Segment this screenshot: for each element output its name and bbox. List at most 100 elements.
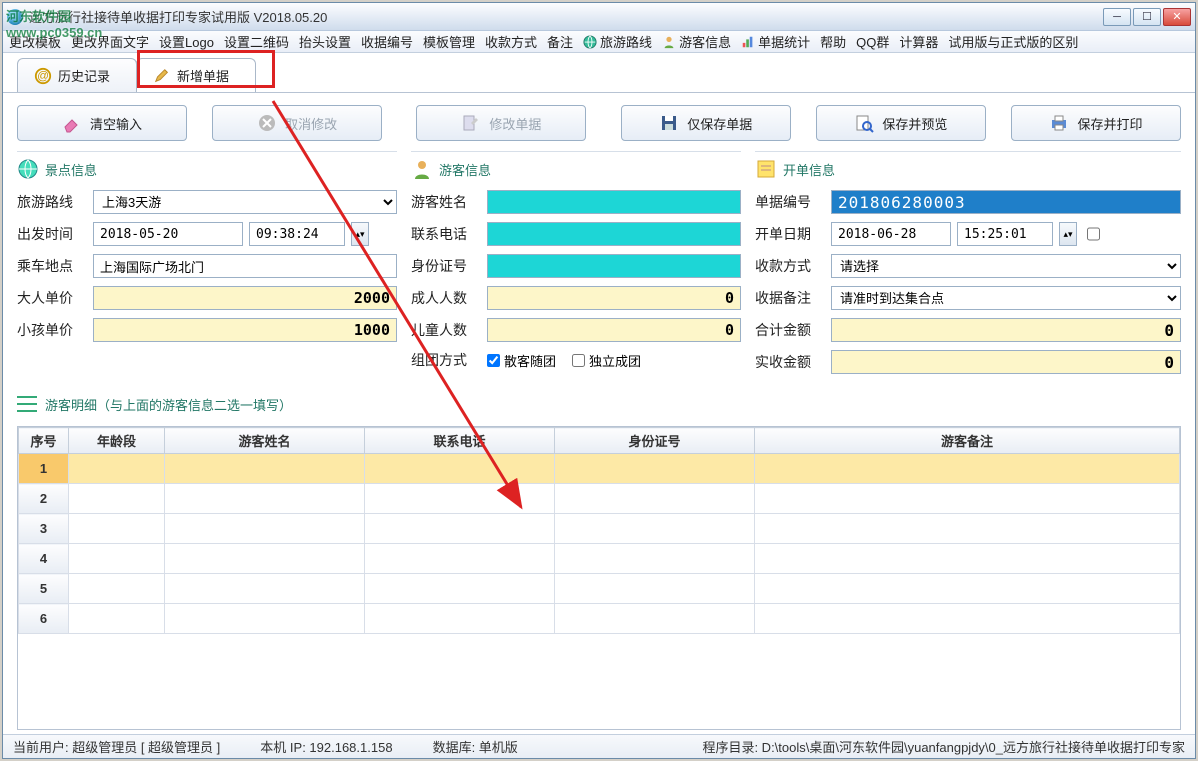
globe-icon: [17, 158, 39, 180]
child-price-label: 小孩单价: [17, 320, 87, 340]
order-code-label: 单据编号: [755, 192, 825, 212]
save-preview-button[interactable]: 保存并预览: [816, 105, 986, 141]
note-icon: [755, 158, 777, 180]
menu-remark[interactable]: 备注: [547, 32, 573, 51]
app-icon: [7, 9, 23, 25]
tab-strip: @ 历史记录 新增单据: [3, 53, 1195, 93]
save-only-button[interactable]: 仅保存单据: [621, 105, 791, 141]
total-input[interactable]: [831, 318, 1181, 342]
window-title: 远方旅行社接待单收据打印专家试用版 V2018.05.20: [29, 7, 1103, 26]
detail-grid[interactable]: 序号 年龄段 游客姓名 联系电话 身份证号 游客备注 1 2 3 4 5 6: [17, 426, 1181, 730]
guest-phone-label: 联系电话: [411, 224, 481, 244]
preview-icon: [854, 113, 874, 133]
scenic-panel: 景点信息 旅游路线上海3天游 出发时间▴▾ 乘车地点 大人单价 小孩单价: [17, 151, 397, 382]
child-count-label: 儿童人数: [411, 320, 481, 340]
group-opt2[interactable]: 独立成团: [572, 351, 641, 370]
paid-input[interactable]: [831, 350, 1181, 374]
menu-bar: 更改模板 更改界面文字 设置Logo 设置二维码 抬头设置 收据编号 模板管理 …: [3, 31, 1195, 53]
menu-payment[interactable]: 收款方式: [485, 32, 537, 51]
col-age[interactable]: 年龄段: [69, 428, 165, 454]
printer-icon: [1049, 113, 1069, 133]
board-label: 乘车地点: [17, 256, 87, 276]
order-time-input[interactable]: [957, 222, 1053, 246]
group-mode-label: 组团方式: [411, 350, 481, 370]
action-toolbar: 清空输入 取消修改 修改单据 仅保存单据 保存并预览 保存并打印: [17, 101, 1181, 145]
menu-set-logo[interactable]: 设置Logo: [159, 32, 214, 51]
guest-phone-input[interactable]: [487, 222, 741, 246]
menu-qq[interactable]: QQ群: [856, 32, 889, 51]
maximize-button[interactable]: ☐: [1133, 8, 1161, 26]
route-select[interactable]: 上海3天游: [93, 190, 397, 214]
table-row[interactable]: 4: [19, 544, 1180, 574]
cancel-modify-button[interactable]: 取消修改: [212, 105, 382, 141]
minimize-button[interactable]: ─: [1103, 8, 1131, 26]
time-spinner[interactable]: ▴▾: [351, 222, 369, 246]
remark-select[interactable]: 请准时到达集合点: [831, 286, 1181, 310]
menu-guest-info[interactable]: 游客信息: [662, 32, 731, 51]
depart-label: 出发时间: [17, 224, 87, 244]
menu-calc[interactable]: 计算器: [899, 32, 938, 51]
menu-template-mgr[interactable]: 模板管理: [423, 32, 475, 51]
order-code-input[interactable]: [831, 190, 1181, 214]
save-print-button[interactable]: 保存并打印: [1011, 105, 1181, 141]
guest-id-label: 身份证号: [411, 256, 481, 276]
adult-price-label: 大人单价: [17, 288, 87, 308]
table-row[interactable]: 1: [19, 454, 1180, 484]
tab-history-label: 历史记录: [58, 66, 110, 85]
order-panel: 开单信息 单据编号 开单日期▴▾ 收款方式请选择 收据备注请准时到达集合点 合计…: [755, 151, 1181, 382]
cancel-icon: [257, 113, 277, 133]
close-button[interactable]: ✕: [1163, 8, 1191, 26]
depart-time-input[interactable]: [249, 222, 345, 246]
menu-change-ui-text[interactable]: 更改界面文字: [71, 32, 149, 51]
payment-label: 收款方式: [755, 256, 825, 276]
app-window: 远方旅行社接待单收据打印专家试用版 V2018.05.20 ─ ☐ ✕ 更改模板…: [2, 2, 1196, 759]
adult-price-input[interactable]: [93, 286, 397, 310]
menu-header-setting[interactable]: 抬头设置: [299, 32, 351, 51]
grid-header-row: 序号 年龄段 游客姓名 联系电话 身份证号 游客备注: [19, 428, 1180, 454]
order-title: 开单信息: [783, 160, 835, 179]
status-bar: 当前用户: 超级管理员 [ 超级管理员 ] 本机 IP: 192.168.1.1…: [3, 734, 1195, 758]
group-opt1-check[interactable]: [487, 354, 500, 367]
adult-count-input[interactable]: [487, 286, 741, 310]
svg-text:@: @: [37, 69, 49, 82]
guest-panel: 游客信息 游客姓名 联系电话 身份证号 成人人数 儿童人数 组团方式 散客随团 …: [411, 151, 741, 382]
table-row[interactable]: 2: [19, 484, 1180, 514]
menu-stats[interactable]: 单据统计: [741, 32, 810, 51]
child-count-input[interactable]: [487, 318, 741, 342]
table-row[interactable]: 6: [19, 604, 1180, 634]
depart-date-input[interactable]: [93, 222, 243, 246]
menu-set-qrcode[interactable]: 设置二维码: [224, 32, 289, 51]
menu-help[interactable]: 帮助: [820, 32, 846, 51]
order-date-check[interactable]: [1087, 222, 1100, 246]
clear-button[interactable]: 清空输入: [17, 105, 187, 141]
col-name[interactable]: 游客姓名: [165, 428, 365, 454]
order-time-spinner[interactable]: ▴▾: [1059, 222, 1077, 246]
guest-name-input[interactable]: [487, 190, 741, 214]
col-seq[interactable]: 序号: [19, 428, 69, 454]
group-opt1[interactable]: 散客随团: [487, 351, 556, 370]
group-opt2-check[interactable]: [572, 354, 585, 367]
scenic-title: 景点信息: [45, 160, 97, 179]
order-date-input[interactable]: [831, 222, 951, 246]
modify-doc-button[interactable]: 修改单据: [416, 105, 586, 141]
tab-new-doc-label: 新增单据: [177, 66, 229, 85]
menu-receipt-no[interactable]: 收据编号: [361, 32, 413, 51]
child-price-input[interactable]: [93, 318, 397, 342]
payment-select[interactable]: 请选择: [831, 254, 1181, 278]
col-remark[interactable]: 游客备注: [755, 428, 1180, 454]
col-id[interactable]: 身份证号: [555, 428, 755, 454]
guest-id-input[interactable]: [487, 254, 741, 278]
col-phone[interactable]: 联系电话: [365, 428, 555, 454]
tab-history[interactable]: @ 历史记录: [17, 58, 137, 92]
table-row[interactable]: 5: [19, 574, 1180, 604]
guest-title: 游客信息: [439, 160, 491, 179]
tab-new-doc[interactable]: 新增单据: [136, 58, 256, 92]
menu-change-template[interactable]: 更改模板: [9, 32, 61, 51]
guest-name-label: 游客姓名: [411, 192, 481, 212]
menu-route[interactable]: 旅游路线: [583, 32, 652, 51]
person-icon: [411, 158, 433, 180]
save-icon: [659, 113, 679, 133]
menu-trial-vs-full[interactable]: 试用版与正式版的区别: [948, 32, 1078, 51]
board-input[interactable]: [93, 254, 397, 278]
table-row[interactable]: 3: [19, 514, 1180, 544]
